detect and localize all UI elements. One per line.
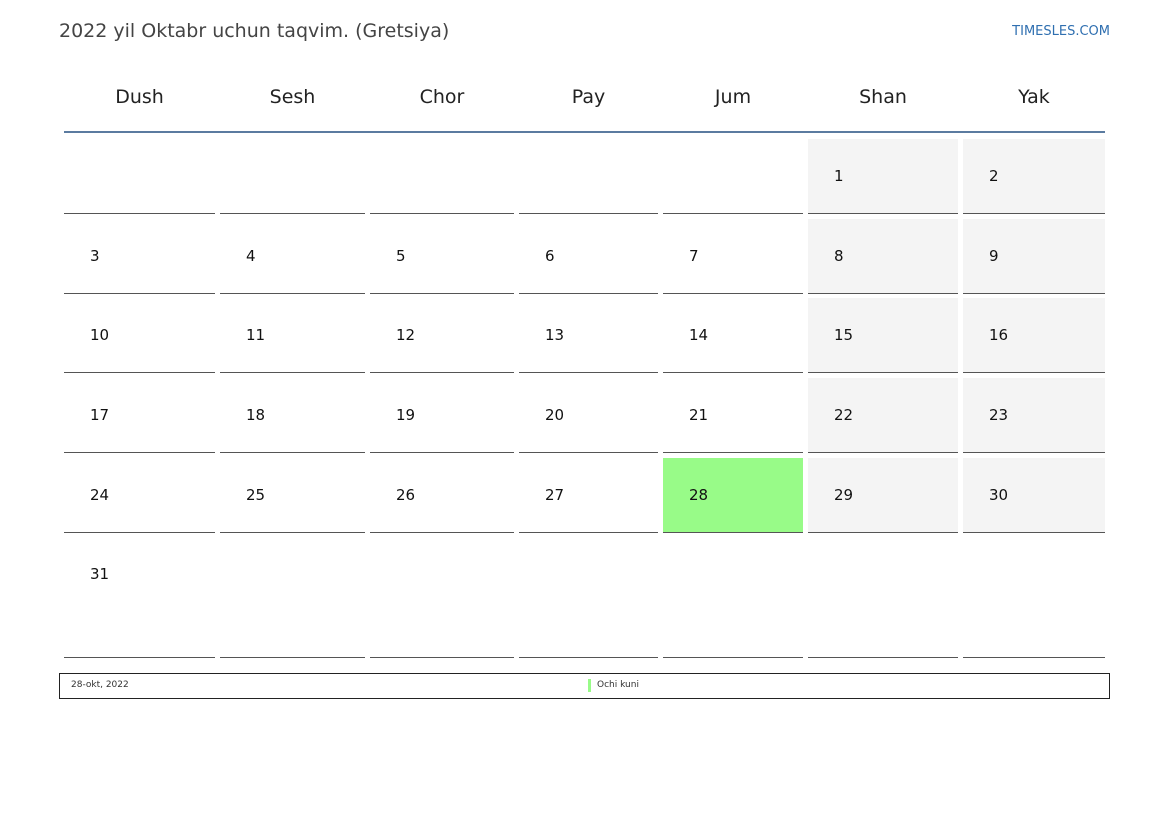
day-number: 25: [246, 486, 266, 504]
day-number: 8: [834, 247, 844, 265]
day-cell-7[interactable]: 7: [663, 219, 803, 294]
day-number: 9: [989, 247, 999, 265]
day-number: 17: [90, 406, 110, 424]
day-cell-13[interactable]: 13: [519, 298, 658, 373]
day-number: 23: [989, 406, 1009, 424]
day-number: 29: [834, 486, 854, 504]
day-cell-30[interactable]: 30: [963, 458, 1105, 533]
day-number: 21: [689, 406, 709, 424]
empty-day-cell: [663, 139, 803, 214]
empty-day-cell: [519, 139, 658, 214]
day-cell-10[interactable]: 10: [64, 298, 215, 373]
empty-day-cell: [519, 537, 658, 658]
empty-day-cell: [663, 537, 803, 658]
day-cell-9[interactable]: 9: [963, 219, 1105, 294]
day-number: 19: [396, 406, 416, 424]
empty-day-cell: [963, 537, 1105, 658]
day-cell-15[interactable]: 15: [808, 298, 958, 373]
footer-date: 28-okt, 2022: [71, 680, 129, 690]
day-cell-2[interactable]: 2: [963, 139, 1105, 214]
day-cell-19[interactable]: 19: [370, 378, 514, 453]
legend-swatch: [588, 679, 591, 692]
day-cell-1[interactable]: 1: [808, 139, 958, 214]
day-number: 18: [246, 406, 266, 424]
day-cell-17[interactable]: 17: [64, 378, 215, 453]
empty-day-cell: [370, 139, 514, 214]
day-cell-8[interactable]: 8: [808, 219, 958, 294]
day-cell-24[interactable]: 24: [64, 458, 215, 533]
footer-bar: 28-okt, 2022 Ochi kuni: [59, 673, 1110, 699]
day-number: 12: [396, 326, 416, 344]
day-number: 14: [689, 326, 709, 344]
day-number: 6: [545, 247, 555, 265]
day-number: 1: [834, 167, 844, 185]
day-cell-4[interactable]: 4: [220, 219, 365, 294]
day-cell-31[interactable]: 31: [64, 537, 215, 658]
day-cell-29[interactable]: 29: [808, 458, 958, 533]
day-number: 26: [396, 486, 416, 504]
day-number: 22: [834, 406, 854, 424]
day-cell-3[interactable]: 3: [64, 219, 215, 294]
day-number: 3: [90, 247, 100, 265]
calendar-grid: 1 2 3 4 5 6 7 8 9 10 11 12 13 14 15 16 17 18 19 20 21 22 23 24 2…: [0, 0, 1169, 827]
day-number: 13: [545, 326, 565, 344]
day-number: 15: [834, 326, 854, 344]
day-number: 20: [545, 406, 565, 424]
day-cell-12[interactable]: 12: [370, 298, 514, 373]
day-cell-6[interactable]: 6: [519, 219, 658, 294]
empty-day-cell: [220, 139, 365, 214]
day-number: 27: [545, 486, 565, 504]
day-number: 10: [90, 326, 110, 344]
empty-day-cell: [370, 537, 514, 658]
day-cell-14[interactable]: 14: [663, 298, 803, 373]
day-cell-11[interactable]: 11: [220, 298, 365, 373]
day-cell-25[interactable]: 25: [220, 458, 365, 533]
day-cell-26[interactable]: 26: [370, 458, 514, 533]
legend-label: Ochi kuni: [597, 680, 639, 690]
day-number: 4: [246, 247, 256, 265]
day-number: 24: [90, 486, 110, 504]
day-number: 16: [989, 326, 1009, 344]
day-number: 31: [90, 565, 110, 583]
empty-day-cell: [220, 537, 365, 658]
day-cell-28[interactable]: 28: [663, 458, 803, 533]
day-cell-16[interactable]: 16: [963, 298, 1105, 373]
day-cell-27[interactable]: 27: [519, 458, 658, 533]
day-number: 7: [689, 247, 699, 265]
day-cell-23[interactable]: 23: [963, 378, 1105, 453]
empty-day-cell: [808, 537, 958, 658]
day-cell-18[interactable]: 18: [220, 378, 365, 453]
day-cell-20[interactable]: 20: [519, 378, 658, 453]
day-cell-21[interactable]: 21: [663, 378, 803, 453]
day-cell-5[interactable]: 5: [370, 219, 514, 294]
empty-day-cell: [64, 139, 215, 214]
day-number: 28: [689, 486, 709, 504]
day-cell-22[interactable]: 22: [808, 378, 958, 453]
day-number: 2: [989, 167, 999, 185]
day-number: 5: [396, 247, 406, 265]
day-number: 11: [246, 326, 266, 344]
day-number: 30: [989, 486, 1009, 504]
